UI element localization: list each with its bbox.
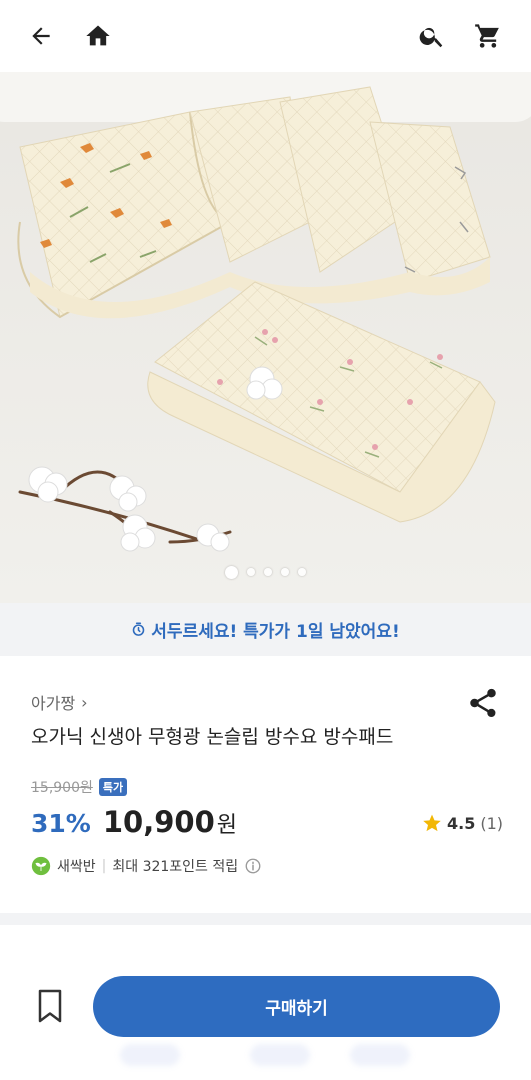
- review-count: (1): [480, 813, 504, 833]
- cart-button[interactable]: [472, 20, 504, 52]
- special-deal-badge: 특가: [98, 778, 128, 796]
- clock-icon: [131, 622, 146, 637]
- search-button[interactable]: [416, 20, 448, 52]
- points-row: 새싹반 | 최대 321포인트 적립: [31, 856, 262, 876]
- search-icon: [419, 27, 443, 48]
- faded-content: [250, 1044, 310, 1066]
- gallery-dot-2[interactable]: [247, 568, 255, 576]
- gallery-dot-4[interactable]: [281, 568, 289, 576]
- arrow-left-icon: [32, 27, 50, 45]
- sale-countdown-banner: 서두르세요! 특가가 1일 남았어요!: [0, 603, 531, 656]
- faded-content: [350, 1044, 410, 1066]
- separator: |: [101, 858, 107, 874]
- rating-summary[interactable]: 4.5 (1): [422, 813, 503, 833]
- product-image-gallery[interactable]: [0, 72, 531, 603]
- chevron-right-icon: ›: [81, 692, 88, 712]
- discount-rate: 31%: [31, 809, 91, 838]
- rating-score: 4.5: [447, 813, 476, 833]
- original-price: 15,900원: [31, 780, 93, 796]
- member-grade: 새싹반: [57, 859, 96, 875]
- share-icon: [470, 688, 496, 718]
- brand-link[interactable]: 아가짱 ›: [31, 690, 88, 714]
- buy-button[interactable]: 구매하기: [93, 976, 500, 1037]
- currency-unit: 원: [216, 813, 238, 838]
- home-button[interactable]: [82, 20, 114, 52]
- back-button[interactable]: [25, 20, 57, 52]
- product-title: 오가닉 신생아 무형광 논슬립 방수요 방수패드: [31, 726, 394, 748]
- share-button[interactable]: [466, 686, 500, 720]
- section-divider: [0, 913, 531, 925]
- gallery-dot-1[interactable]: [225, 565, 238, 579]
- faded-content: [120, 1044, 180, 1066]
- home-icon: [86, 25, 110, 46]
- sale-price: 10,900: [102, 805, 215, 839]
- gallery-dot-5[interactable]: [298, 568, 306, 576]
- brand-name: 아가짱: [31, 694, 76, 713]
- sale-countdown-text: 서두르세요! 특가가 1일 남았어요!: [151, 622, 400, 642]
- star-icon: [423, 814, 441, 832]
- gallery-dot-3[interactable]: [264, 568, 272, 576]
- points-text: 최대 321포인트 적립: [112, 859, 239, 875]
- product-photo: [0, 72, 531, 603]
- info-icon[interactable]: [244, 857, 262, 875]
- gallery-pagination[interactable]: [0, 562, 531, 582]
- bookmark-icon: [38, 989, 62, 1023]
- sprout-icon: [31, 856, 51, 876]
- cart-icon: [475, 24, 499, 48]
- price-row: 31% 10,900 원: [31, 805, 237, 839]
- top-app-bar: [0, 0, 531, 72]
- bookmark-button[interactable]: [30, 980, 70, 1032]
- original-price-row: 15,900원 특가: [31, 777, 128, 797]
